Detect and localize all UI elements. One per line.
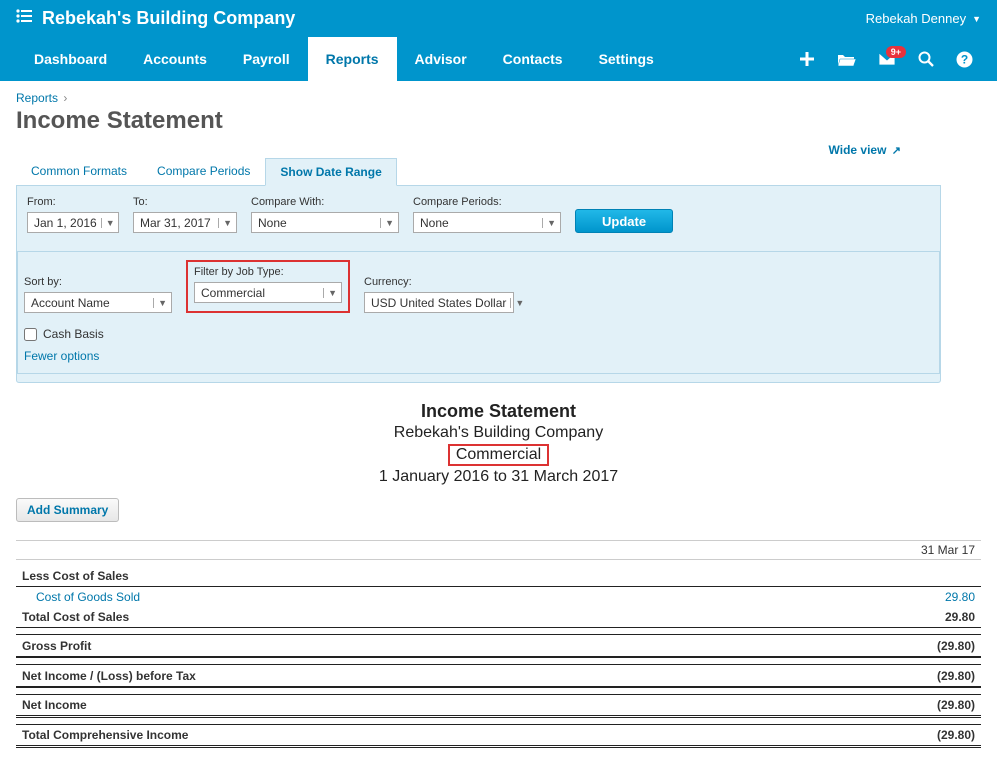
total-cost-of-sales-value: 29.80 [836, 607, 981, 628]
cost-of-goods-sold-value: 29.80 [836, 587, 981, 608]
add-summary-button[interactable]: Add Summary [16, 498, 119, 522]
tab-common-formats[interactable]: Common Formats [16, 157, 142, 185]
wide-view-link[interactable]: Wide view ↗ [829, 143, 901, 157]
wide-view-label: Wide view [829, 143, 887, 157]
report-jobtype: Commercial [456, 446, 541, 464]
total-cost-of-sales-label: Total Cost of Sales [16, 607, 836, 628]
content-area: Reports › Income Statement Wide view ↗ C… [0, 81, 997, 758]
net-income-value: (29.80) [836, 695, 981, 717]
compare-with-select[interactable]: None ▼ [251, 212, 399, 233]
page-title: Income Statement [16, 107, 981, 135]
chevron-down-icon: ▼ [101, 218, 115, 228]
compare-periods-label: Compare Periods: [413, 196, 561, 208]
report-tabs: Common Formats Compare Periods Show Date… [16, 157, 941, 186]
sort-by-value: Account Name [31, 296, 149, 310]
to-label: To: [133, 196, 237, 208]
notifications-icon[interactable]: 9+ [878, 52, 896, 66]
breadcrumb-reports[interactable]: Reports [16, 91, 58, 105]
currency-value: USD United States Dollar [371, 296, 506, 310]
folder-icon[interactable] [837, 52, 856, 67]
currency-label: Currency: [364, 276, 514, 288]
nav-contacts[interactable]: Contacts [485, 37, 581, 81]
report-table: 31 Mar 17 Less Cost of Sales Cost of Goo… [16, 540, 981, 748]
tab-compare-periods[interactable]: Compare Periods [142, 157, 265, 185]
chevron-down-icon: ▼ [153, 298, 167, 308]
date-range-panel: From: Jan 1, 2016 ▼ To: Mar 31, 2017 ▼ C… [16, 186, 941, 383]
expand-icon: ↗ [892, 145, 901, 157]
total-comprehensive-label: Total Comprehensive Income [16, 725, 836, 747]
compare-periods-select[interactable]: None ▼ [413, 212, 561, 233]
nav-dashboard[interactable]: Dashboard [16, 37, 125, 81]
wide-view-row: Wide view ↗ [16, 143, 941, 157]
report-title: Income Statement [16, 401, 981, 422]
nav-actions: 9+ ? [799, 51, 981, 68]
svg-text:?: ? [961, 52, 968, 66]
update-button[interactable]: Update [575, 209, 673, 233]
report-company: Rebekah's Building Company [16, 424, 981, 442]
report-daterange: 1 January 2016 to 31 March 2017 [16, 468, 981, 486]
chevron-down-icon: ▼ [380, 218, 394, 228]
net-income-before-tax-value: (29.80) [836, 665, 981, 688]
from-label: From: [27, 196, 119, 208]
nav-accounts[interactable]: Accounts [125, 37, 225, 81]
chevron-down-icon: ▼ [972, 14, 981, 24]
net-income-before-tax-label: Net Income / (Loss) before Tax [16, 665, 836, 688]
search-icon[interactable] [918, 51, 934, 67]
main-nav: Dashboard Accounts Payroll Reports Advis… [0, 37, 997, 81]
breadcrumb: Reports › [16, 91, 981, 105]
currency-select[interactable]: USD United States Dollar ▼ [364, 292, 514, 313]
sort-by-select[interactable]: Account Name ▼ [24, 292, 172, 313]
cash-basis-label: Cash Basis [43, 327, 104, 341]
total-comprehensive-value: (29.80) [836, 725, 981, 747]
net-income-label: Net Income [16, 695, 836, 717]
report-header: Income Statement Rebekah's Building Comp… [16, 401, 981, 486]
less-cost-of-sales-label: Less Cost of Sales [16, 566, 836, 587]
user-menu[interactable]: Rebekah Denney ▼ [866, 11, 981, 26]
breadcrumb-separator: › [63, 91, 67, 105]
to-date-value: Mar 31, 2017 [140, 216, 214, 230]
job-type-highlight: Filter by Job Type: Commercial ▼ [186, 260, 350, 313]
from-date-value: Jan 1, 2016 [34, 216, 97, 230]
compare-with-label: Compare With: [251, 196, 399, 208]
chevron-down-icon: ▼ [542, 218, 556, 228]
compare-with-value: None [258, 216, 376, 230]
tab-show-date-range[interactable]: Show Date Range [265, 158, 396, 186]
fewer-options-link[interactable]: Fewer options [24, 349, 99, 363]
job-type-value: Commercial [201, 286, 319, 300]
chevron-down-icon: ▼ [510, 298, 524, 308]
top-header: Rebekah's Building Company Rebekah Denne… [0, 0, 997, 37]
cash-basis-checkbox[interactable] [24, 328, 37, 341]
company-name[interactable]: Rebekah's Building Company [42, 8, 295, 29]
nav-advisor[interactable]: Advisor [397, 37, 485, 81]
chevron-down-icon: ▼ [323, 288, 337, 298]
sort-by-label: Sort by: [24, 276, 172, 288]
gross-profit-label: Gross Profit [16, 635, 836, 658]
cost-of-goods-sold-link[interactable]: Cost of Goods Sold [22, 590, 140, 604]
more-options-panel: Sort by: Account Name ▼ Filter by Job Ty… [17, 251, 940, 374]
nav-settings[interactable]: Settings [581, 37, 672, 81]
job-type-select[interactable]: Commercial ▼ [194, 282, 342, 303]
nav-tabs: Dashboard Accounts Payroll Reports Advis… [16, 37, 672, 81]
user-name-label: Rebekah Denney [866, 11, 966, 26]
company-section: Rebekah's Building Company [16, 8, 295, 29]
nav-reports[interactable]: Reports [308, 37, 397, 81]
to-date-select[interactable]: Mar 31, 2017 ▼ [133, 212, 237, 233]
notification-badge: 9+ [886, 46, 906, 58]
from-date-select[interactable]: Jan 1, 2016 ▼ [27, 212, 119, 233]
list-icon[interactable] [16, 9, 32, 28]
nav-payroll[interactable]: Payroll [225, 37, 308, 81]
gross-profit-value: (29.80) [836, 635, 981, 658]
report-jobtype-highlight: Commercial [448, 444, 549, 466]
job-type-label: Filter by Job Type: [194, 266, 342, 278]
date-column-header: 31 Mar 17 [836, 541, 981, 560]
plus-icon[interactable] [799, 51, 815, 67]
help-icon[interactable]: ? [956, 51, 973, 68]
compare-periods-value: None [420, 216, 538, 230]
chevron-down-icon: ▼ [218, 218, 232, 228]
